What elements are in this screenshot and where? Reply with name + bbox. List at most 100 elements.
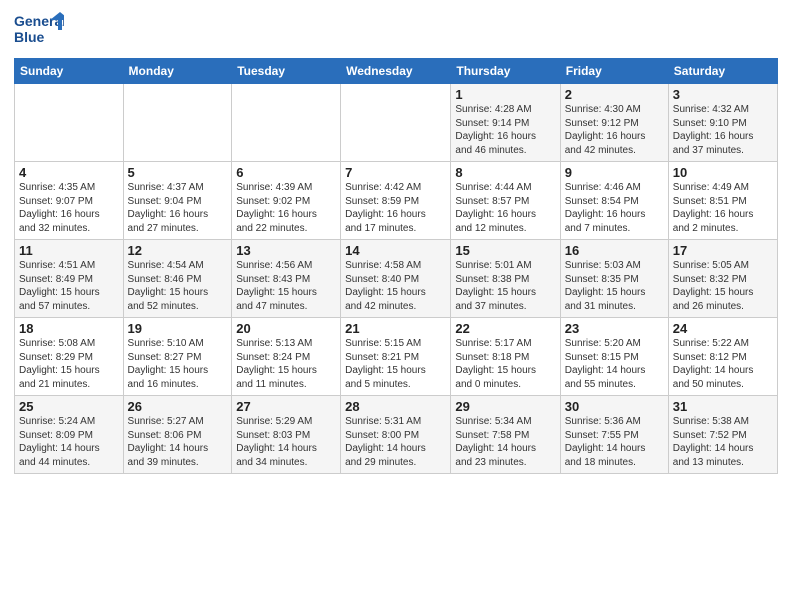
day-info: Sunrise: 4:35 AM Sunset: 9:07 PM Dayligh… bbox=[19, 181, 119, 235]
day-number: 5 bbox=[128, 165, 228, 180]
calendar-cell: 23Sunrise: 5:20 AM Sunset: 8:15 PM Dayli… bbox=[560, 318, 668, 396]
day-info: Sunrise: 5:34 AM Sunset: 7:58 PM Dayligh… bbox=[455, 415, 555, 469]
day-number: 15 bbox=[455, 243, 555, 258]
calendar-cell: 26Sunrise: 5:27 AM Sunset: 8:06 PM Dayli… bbox=[123, 396, 232, 474]
calendar-cell: 13Sunrise: 4:56 AM Sunset: 8:43 PM Dayli… bbox=[232, 240, 341, 318]
calendar-week-row: 4Sunrise: 4:35 AM Sunset: 9:07 PM Daylig… bbox=[15, 162, 778, 240]
calendar-cell: 7Sunrise: 4:42 AM Sunset: 8:59 PM Daylig… bbox=[341, 162, 451, 240]
logo: General Blue bbox=[14, 10, 64, 52]
day-number: 23 bbox=[565, 321, 664, 336]
day-number: 16 bbox=[565, 243, 664, 258]
calendar-day-header: Thursday bbox=[451, 59, 560, 84]
calendar-cell bbox=[123, 84, 232, 162]
calendar-cell: 1Sunrise: 4:28 AM Sunset: 9:14 PM Daylig… bbox=[451, 84, 560, 162]
calendar-cell: 28Sunrise: 5:31 AM Sunset: 8:00 PM Dayli… bbox=[341, 396, 451, 474]
calendar-cell: 11Sunrise: 4:51 AM Sunset: 8:49 PM Dayli… bbox=[15, 240, 124, 318]
day-number: 19 bbox=[128, 321, 228, 336]
day-info: Sunrise: 5:27 AM Sunset: 8:06 PM Dayligh… bbox=[128, 415, 228, 469]
calendar-cell: 16Sunrise: 5:03 AM Sunset: 8:35 PM Dayli… bbox=[560, 240, 668, 318]
day-info: Sunrise: 4:46 AM Sunset: 8:54 PM Dayligh… bbox=[565, 181, 664, 235]
day-info: Sunrise: 4:49 AM Sunset: 8:51 PM Dayligh… bbox=[673, 181, 773, 235]
day-info: Sunrise: 5:13 AM Sunset: 8:24 PM Dayligh… bbox=[236, 337, 336, 391]
day-info: Sunrise: 4:32 AM Sunset: 9:10 PM Dayligh… bbox=[673, 103, 773, 157]
calendar-header-row: SundayMondayTuesdayWednesdayThursdayFrid… bbox=[15, 59, 778, 84]
calendar-cell: 8Sunrise: 4:44 AM Sunset: 8:57 PM Daylig… bbox=[451, 162, 560, 240]
calendar-week-row: 18Sunrise: 5:08 AM Sunset: 8:29 PM Dayli… bbox=[15, 318, 778, 396]
calendar-day-header: Monday bbox=[123, 59, 232, 84]
calendar-day-header: Friday bbox=[560, 59, 668, 84]
day-info: Sunrise: 4:28 AM Sunset: 9:14 PM Dayligh… bbox=[455, 103, 555, 157]
calendar-cell: 10Sunrise: 4:49 AM Sunset: 8:51 PM Dayli… bbox=[668, 162, 777, 240]
day-number: 17 bbox=[673, 243, 773, 258]
day-number: 29 bbox=[455, 399, 555, 414]
day-info: Sunrise: 5:38 AM Sunset: 7:52 PM Dayligh… bbox=[673, 415, 773, 469]
day-number: 28 bbox=[345, 399, 446, 414]
calendar-cell: 27Sunrise: 5:29 AM Sunset: 8:03 PM Dayli… bbox=[232, 396, 341, 474]
calendar-table: SundayMondayTuesdayWednesdayThursdayFrid… bbox=[14, 58, 778, 474]
calendar-cell: 17Sunrise: 5:05 AM Sunset: 8:32 PM Dayli… bbox=[668, 240, 777, 318]
calendar-day-header: Sunday bbox=[15, 59, 124, 84]
day-info: Sunrise: 5:15 AM Sunset: 8:21 PM Dayligh… bbox=[345, 337, 446, 391]
day-number: 26 bbox=[128, 399, 228, 414]
day-info: Sunrise: 4:30 AM Sunset: 9:12 PM Dayligh… bbox=[565, 103, 664, 157]
day-number: 4 bbox=[19, 165, 119, 180]
day-info: Sunrise: 4:54 AM Sunset: 8:46 PM Dayligh… bbox=[128, 259, 228, 313]
day-number: 11 bbox=[19, 243, 119, 258]
calendar-cell bbox=[15, 84, 124, 162]
day-info: Sunrise: 4:37 AM Sunset: 9:04 PM Dayligh… bbox=[128, 181, 228, 235]
day-number: 13 bbox=[236, 243, 336, 258]
calendar-cell: 25Sunrise: 5:24 AM Sunset: 8:09 PM Dayli… bbox=[15, 396, 124, 474]
day-info: Sunrise: 5:22 AM Sunset: 8:12 PM Dayligh… bbox=[673, 337, 773, 391]
day-number: 9 bbox=[565, 165, 664, 180]
logo-svg: General Blue bbox=[14, 10, 64, 52]
day-info: Sunrise: 5:24 AM Sunset: 8:09 PM Dayligh… bbox=[19, 415, 119, 469]
day-info: Sunrise: 4:42 AM Sunset: 8:59 PM Dayligh… bbox=[345, 181, 446, 235]
day-number: 3 bbox=[673, 87, 773, 102]
day-info: Sunrise: 5:31 AM Sunset: 8:00 PM Dayligh… bbox=[345, 415, 446, 469]
calendar-cell: 29Sunrise: 5:34 AM Sunset: 7:58 PM Dayli… bbox=[451, 396, 560, 474]
day-info: Sunrise: 5:01 AM Sunset: 8:38 PM Dayligh… bbox=[455, 259, 555, 313]
calendar-day-header: Tuesday bbox=[232, 59, 341, 84]
svg-text:Blue: Blue bbox=[14, 29, 45, 45]
day-info: Sunrise: 4:56 AM Sunset: 8:43 PM Dayligh… bbox=[236, 259, 336, 313]
day-number: 30 bbox=[565, 399, 664, 414]
day-info: Sunrise: 4:58 AM Sunset: 8:40 PM Dayligh… bbox=[345, 259, 446, 313]
calendar-cell bbox=[341, 84, 451, 162]
page-header: General Blue bbox=[14, 10, 778, 52]
day-number: 8 bbox=[455, 165, 555, 180]
calendar-cell: 22Sunrise: 5:17 AM Sunset: 8:18 PM Dayli… bbox=[451, 318, 560, 396]
day-info: Sunrise: 5:20 AM Sunset: 8:15 PM Dayligh… bbox=[565, 337, 664, 391]
day-number: 24 bbox=[673, 321, 773, 336]
day-number: 1 bbox=[455, 87, 555, 102]
calendar-day-header: Saturday bbox=[668, 59, 777, 84]
calendar-cell: 3Sunrise: 4:32 AM Sunset: 9:10 PM Daylig… bbox=[668, 84, 777, 162]
calendar-cell: 24Sunrise: 5:22 AM Sunset: 8:12 PM Dayli… bbox=[668, 318, 777, 396]
calendar-cell: 20Sunrise: 5:13 AM Sunset: 8:24 PM Dayli… bbox=[232, 318, 341, 396]
day-number: 22 bbox=[455, 321, 555, 336]
calendar-day-header: Wednesday bbox=[341, 59, 451, 84]
day-number: 31 bbox=[673, 399, 773, 414]
day-info: Sunrise: 5:17 AM Sunset: 8:18 PM Dayligh… bbox=[455, 337, 555, 391]
day-info: Sunrise: 5:08 AM Sunset: 8:29 PM Dayligh… bbox=[19, 337, 119, 391]
calendar-week-row: 1Sunrise: 4:28 AM Sunset: 9:14 PM Daylig… bbox=[15, 84, 778, 162]
calendar-cell: 5Sunrise: 4:37 AM Sunset: 9:04 PM Daylig… bbox=[123, 162, 232, 240]
calendar-cell: 15Sunrise: 5:01 AM Sunset: 8:38 PM Dayli… bbox=[451, 240, 560, 318]
day-number: 21 bbox=[345, 321, 446, 336]
day-info: Sunrise: 5:05 AM Sunset: 8:32 PM Dayligh… bbox=[673, 259, 773, 313]
calendar-week-row: 11Sunrise: 4:51 AM Sunset: 8:49 PM Dayli… bbox=[15, 240, 778, 318]
day-number: 7 bbox=[345, 165, 446, 180]
day-info: Sunrise: 5:29 AM Sunset: 8:03 PM Dayligh… bbox=[236, 415, 336, 469]
calendar-cell: 4Sunrise: 4:35 AM Sunset: 9:07 PM Daylig… bbox=[15, 162, 124, 240]
day-info: Sunrise: 4:44 AM Sunset: 8:57 PM Dayligh… bbox=[455, 181, 555, 235]
calendar-cell: 9Sunrise: 4:46 AM Sunset: 8:54 PM Daylig… bbox=[560, 162, 668, 240]
day-number: 10 bbox=[673, 165, 773, 180]
calendar-cell: 18Sunrise: 5:08 AM Sunset: 8:29 PM Dayli… bbox=[15, 318, 124, 396]
day-number: 12 bbox=[128, 243, 228, 258]
day-number: 6 bbox=[236, 165, 336, 180]
calendar-cell bbox=[232, 84, 341, 162]
day-number: 20 bbox=[236, 321, 336, 336]
day-info: Sunrise: 4:51 AM Sunset: 8:49 PM Dayligh… bbox=[19, 259, 119, 313]
day-number: 25 bbox=[19, 399, 119, 414]
day-number: 14 bbox=[345, 243, 446, 258]
day-info: Sunrise: 4:39 AM Sunset: 9:02 PM Dayligh… bbox=[236, 181, 336, 235]
